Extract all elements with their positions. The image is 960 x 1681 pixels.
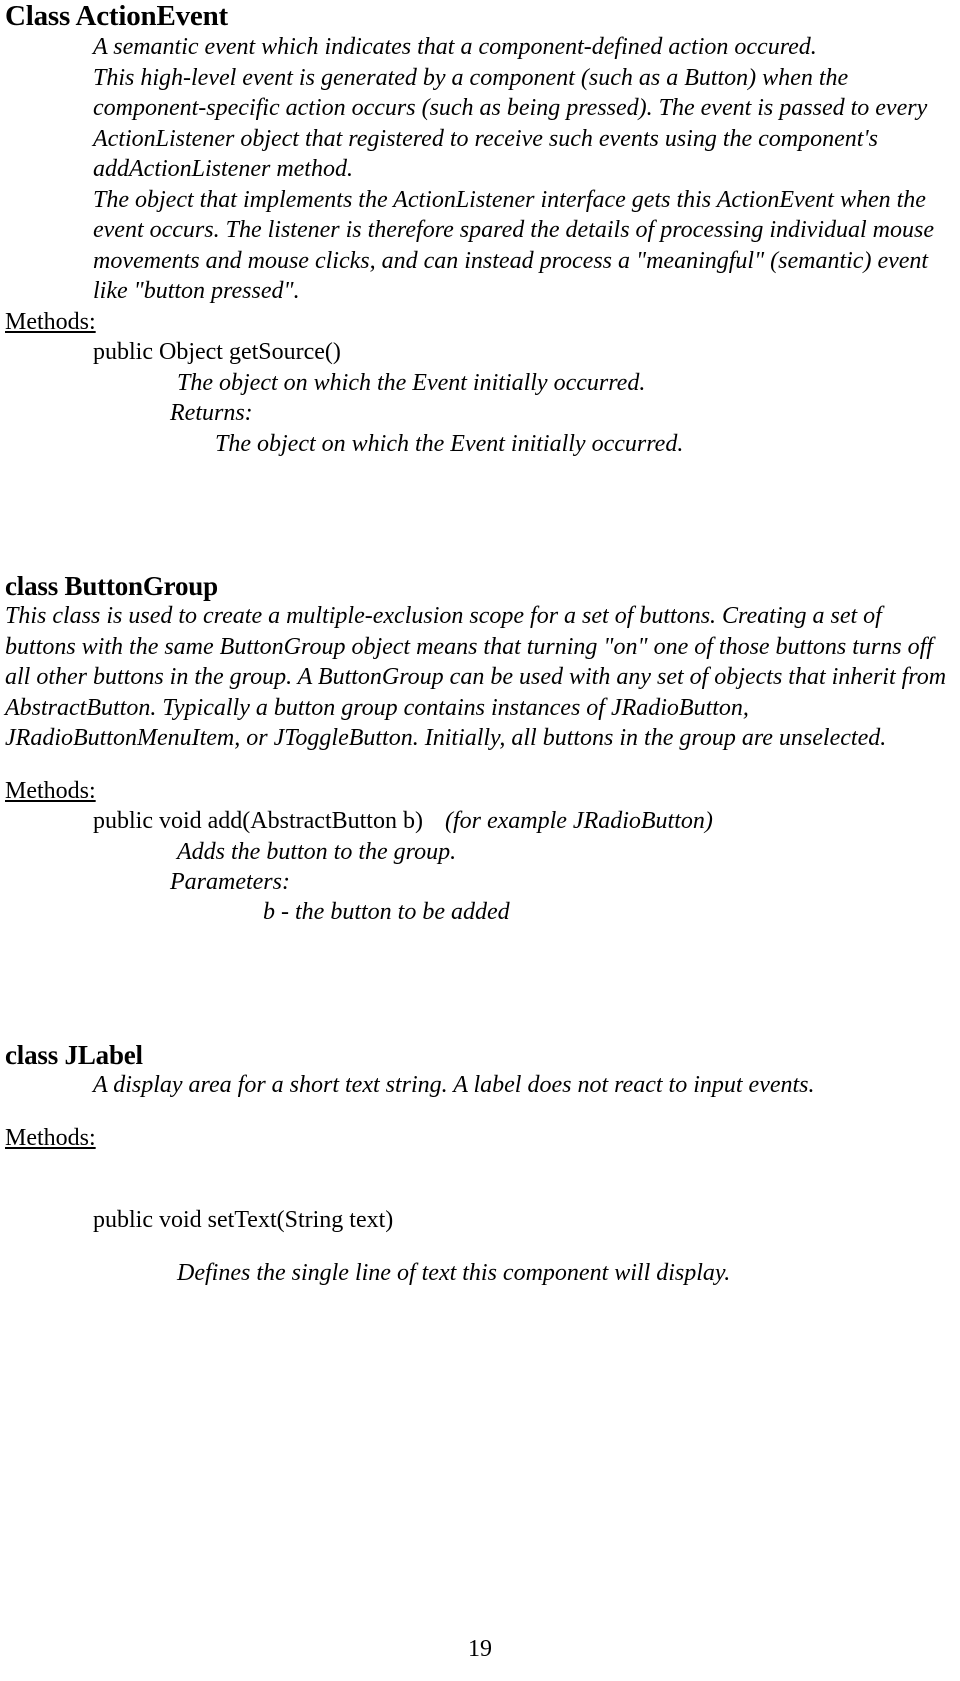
methods-label-jlabel: Methods: xyxy=(5,1124,96,1151)
document-page: Class ActionEvent A semantic event which… xyxy=(0,0,960,1681)
method-signature-add: public void add(AbstractButton b) (for ex… xyxy=(93,806,955,836)
page-content: Class ActionEvent A semantic event which… xyxy=(5,0,955,1288)
jlabel-description-spacer xyxy=(5,1236,955,1258)
method-parameters-label-add: Parameters: xyxy=(170,869,290,896)
section-spacer-2 xyxy=(5,928,955,1040)
method-signature-set-text: public void setText(String text) xyxy=(93,1205,955,1235)
method-signature-text: public Object getSource() xyxy=(93,339,341,366)
action-event-description-line-2: This high-level event is generated by a … xyxy=(93,64,928,183)
methods-label-action-event: Methods: xyxy=(5,308,96,335)
method-signature-get-source: public Object getSource() xyxy=(93,337,955,367)
jlabel-description: A display area for a short text string. … xyxy=(93,1072,815,1099)
jlabel-methods-row: Methods: xyxy=(5,1123,955,1153)
button-group-methods-row: Methods: xyxy=(5,776,955,806)
button-group-methods-spacer xyxy=(5,754,955,776)
jlabel-methods-spacer xyxy=(5,1101,955,1123)
method-parameter-description-add: b - the button to be added xyxy=(263,899,510,926)
method-signature-text: public void setText(String text) xyxy=(93,1207,394,1234)
method-returns-description-get-source: The object on which the Event initially … xyxy=(215,430,684,457)
method-signature-text: public void add(AbstractButton b) xyxy=(93,808,423,835)
section-spacer-1 xyxy=(5,459,955,571)
action-event-methods-row: Methods: xyxy=(5,307,955,337)
page-number: 19 xyxy=(468,1636,492,1662)
methods-label-button-group: Methods: xyxy=(5,777,96,804)
button-group-description: This class is used to create a multiple-… xyxy=(5,603,947,752)
section-heading-button-group: class ButtonGroup xyxy=(5,571,218,602)
method-description-add: Adds the button to the group. xyxy=(177,838,457,865)
jlabel-signature-spacer xyxy=(5,1153,955,1205)
method-description-set-text: Defines the single line of text this com… xyxy=(177,1259,731,1286)
section-heading-jlabel: class JLabel xyxy=(5,1039,143,1070)
method-signature-note: (for example JRadioButton) xyxy=(444,808,713,835)
action-event-description-line-1: A semantic event which indicates that a … xyxy=(93,34,817,61)
action-event-description-line-3: The object that implements the ActionLis… xyxy=(93,186,934,305)
section-heading-action-event: Class ActionEvent xyxy=(5,0,228,32)
method-description-get-source: The object on which the Event initially … xyxy=(177,369,646,396)
method-returns-label-get-source: Returns: xyxy=(170,400,253,427)
